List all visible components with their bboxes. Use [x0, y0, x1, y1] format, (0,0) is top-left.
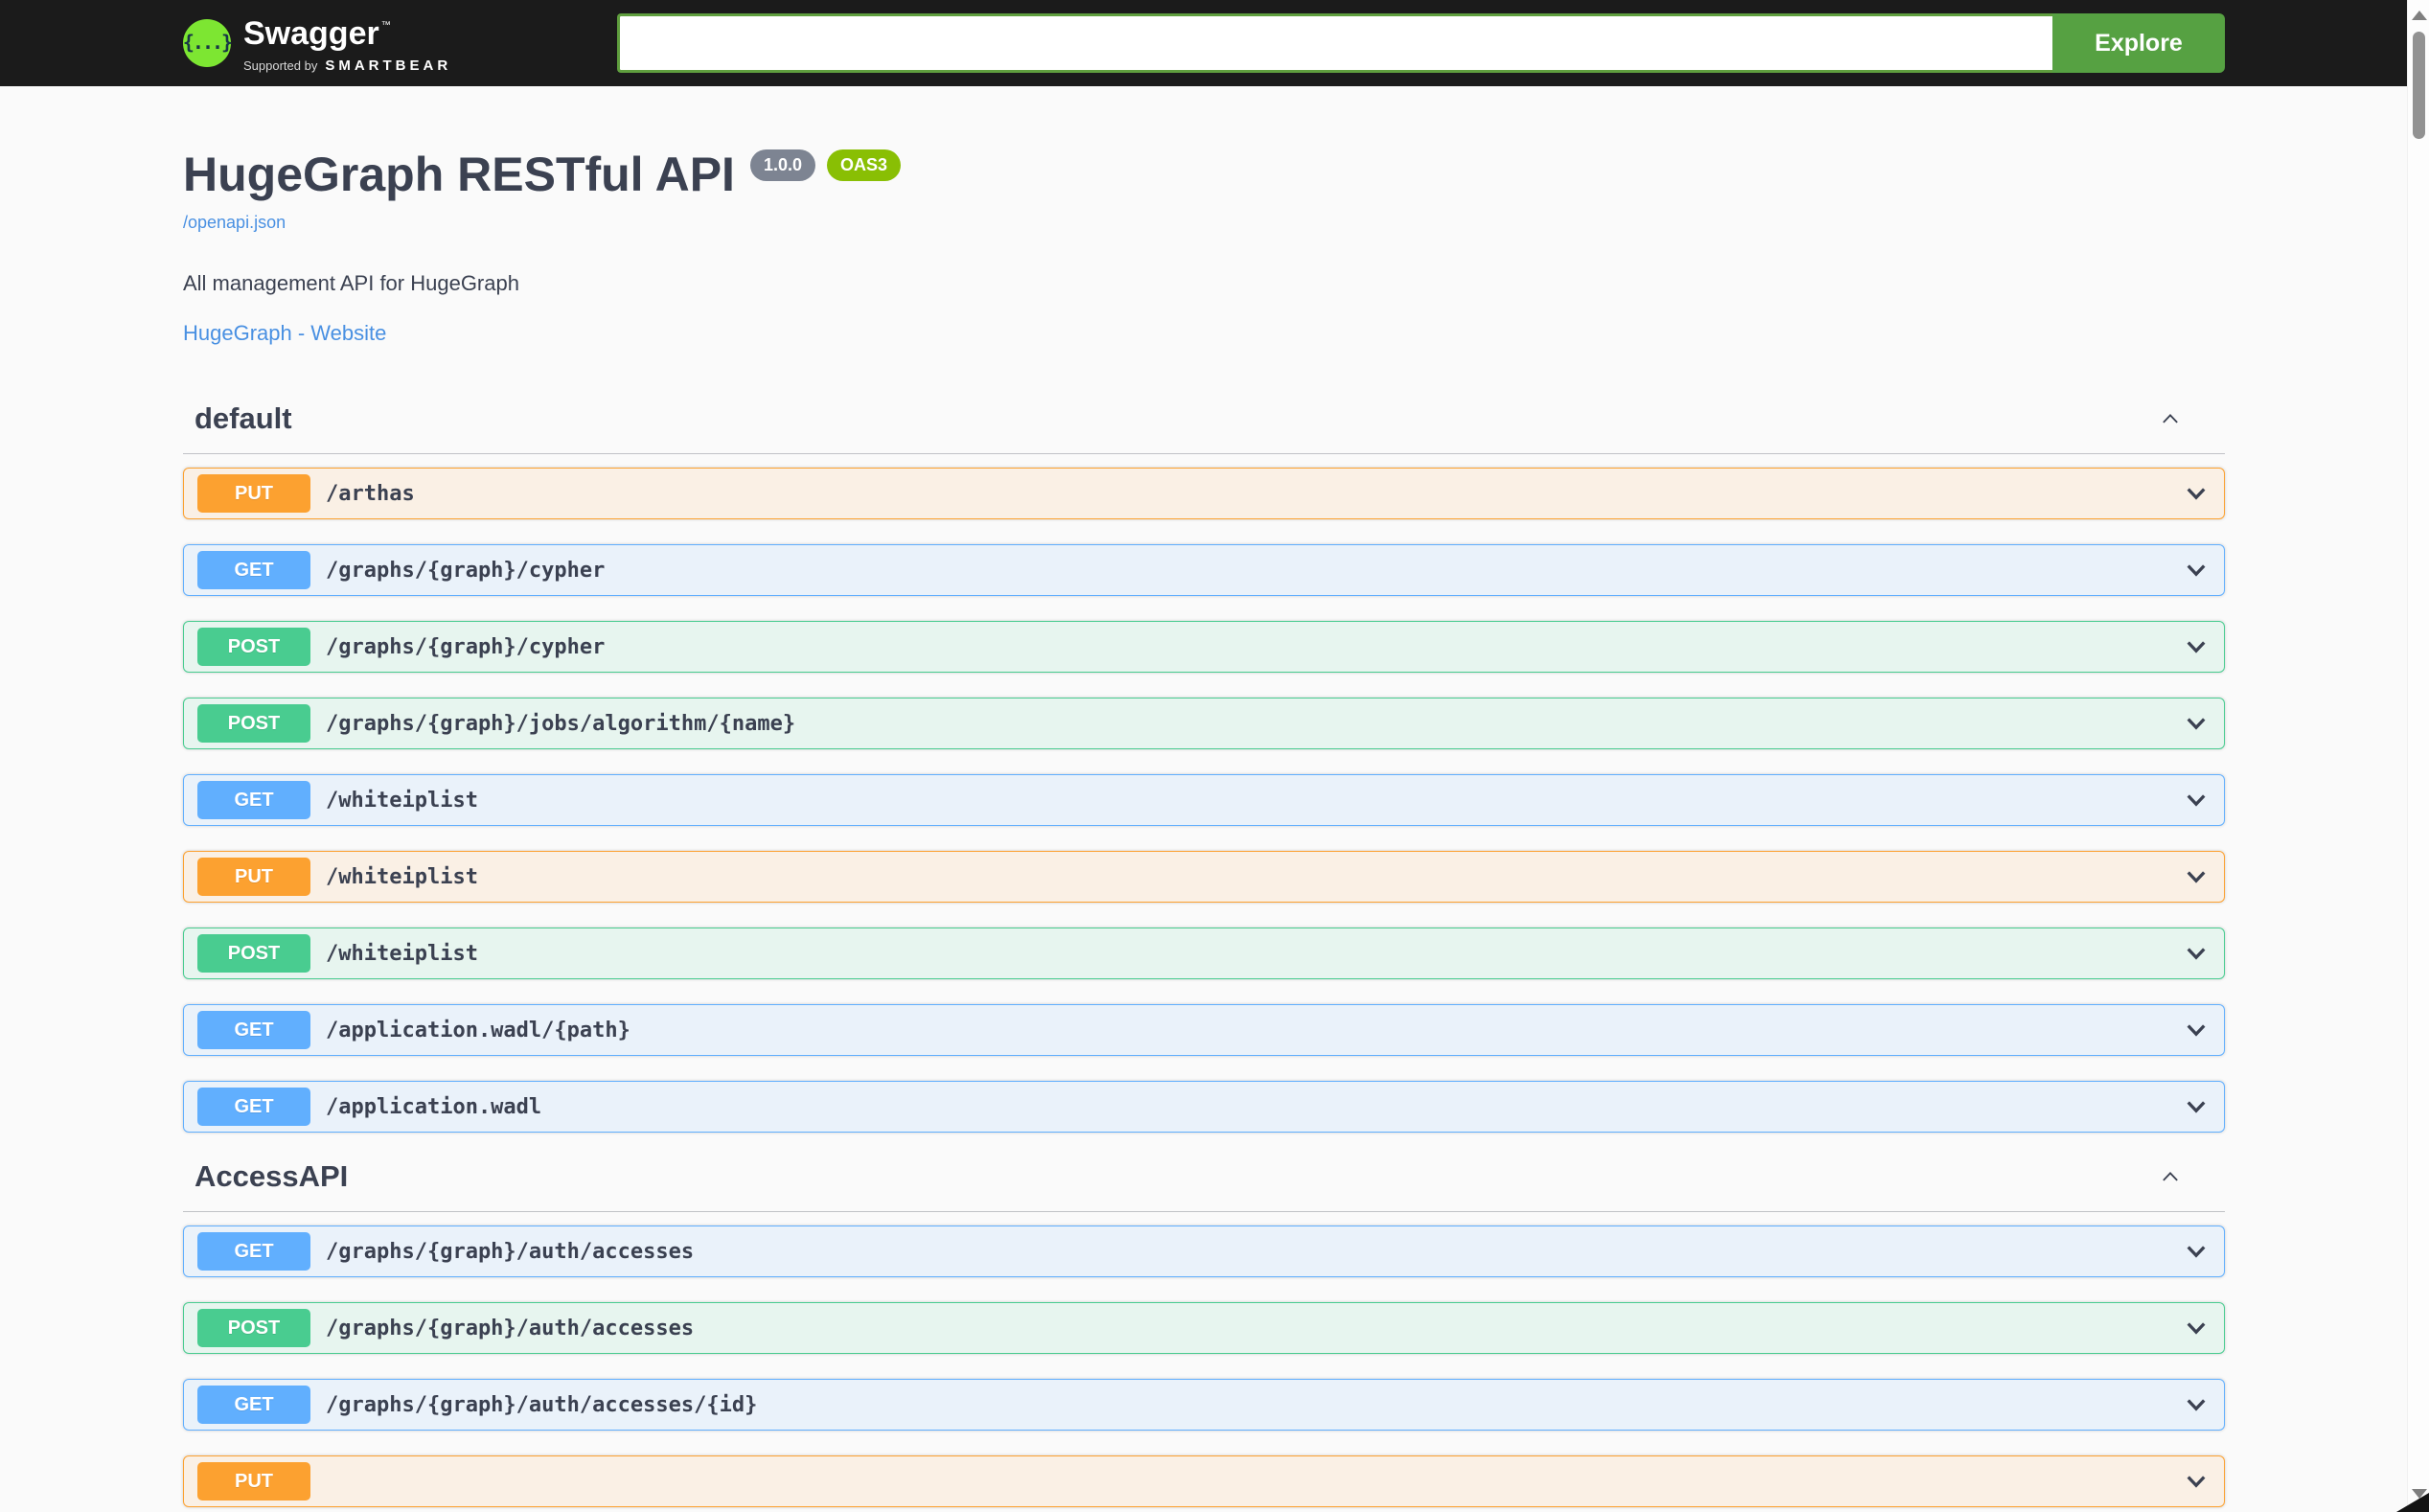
method-badge: GET: [197, 781, 310, 819]
chevron-down-icon[interactable]: [2182, 1467, 2211, 1496]
endpoint-row[interactable]: GET /application.wadl: [183, 1081, 2225, 1133]
chevron-down-icon[interactable]: [2182, 479, 2211, 508]
chevron-down-icon[interactable]: [2182, 709, 2211, 738]
spec-url-input[interactable]: [617, 13, 2052, 73]
endpoint-path: /graphs/{graph}/auth/accesses: [326, 1239, 695, 1264]
endpoint-path: /graphs/{graph}/cypher: [326, 634, 606, 659]
endpoint-row[interactable]: PUT /arthas: [183, 468, 2225, 519]
method-badge: GET: [197, 1011, 310, 1049]
api-sections: default PUT /arthas GET /graphs/{graph}/…: [183, 401, 2225, 1507]
chevron-down-icon[interactable]: [2182, 862, 2211, 891]
endpoint-row[interactable]: PUT: [183, 1455, 2225, 1507]
endpoint-path: /graphs/{graph}/cypher: [326, 558, 606, 583]
topbar: {...} Swagger ™ Supported by SMARTBEAR E…: [0, 0, 2429, 86]
explore-button[interactable]: Explore: [2052, 13, 2225, 73]
endpoint-path: /whiteiplist: [326, 941, 478, 966]
endpoint-row[interactable]: POST /whiteiplist: [183, 928, 2225, 979]
section-header[interactable]: AccessAPI: [183, 1159, 2225, 1212]
swagger-logo[interactable]: {...} Swagger ™ Supported by SMARTBEAR: [183, 12, 451, 73]
chevron-down-icon[interactable]: [2182, 1314, 2211, 1342]
endpoint-row[interactable]: GET /graphs/{graph}/auth/accesses: [183, 1226, 2225, 1277]
endpoint-path: /application.wadl/{path}: [326, 1018, 630, 1042]
website-link[interactable]: HugeGraph - Website: [183, 321, 386, 346]
method-badge: GET: [197, 1386, 310, 1424]
endpoint-row[interactable]: GET /graphs/{graph}/cypher: [183, 544, 2225, 596]
api-info: HugeGraph RESTful API 1.0.0 OAS3 /openap…: [183, 146, 2225, 346]
endpoint-row[interactable]: POST /graphs/{graph}/cypher: [183, 621, 2225, 673]
collapse-arrow-icon[interactable]: [2158, 406, 2183, 431]
section-title: AccessAPI: [195, 1159, 349, 1193]
endpoint-path: /graphs/{graph}/jobs/algorithm/{name}: [326, 711, 796, 736]
scroll-up-icon[interactable]: [2412, 11, 2427, 20]
method-badge: GET: [197, 1088, 310, 1126]
endpoint-row[interactable]: POST /graphs/{graph}/auth/accesses: [183, 1302, 2225, 1354]
endpoint-row[interactable]: PUT /whiteiplist: [183, 851, 2225, 903]
oas3-badge: OAS3: [827, 149, 902, 181]
vertical-scrollbar[interactable]: [2407, 0, 2429, 1512]
chevron-down-icon[interactable]: [2182, 786, 2211, 814]
method-badge: POST: [197, 934, 310, 973]
method-badge: POST: [197, 704, 310, 743]
method-badge: POST: [197, 1309, 310, 1347]
openapi-json-link[interactable]: /openapi.json: [183, 213, 286, 233]
method-badge: POST: [197, 628, 310, 666]
spec-url-form: Explore: [617, 13, 2225, 73]
main-content: HugeGraph RESTful API 1.0.0 OAS3 /openap…: [183, 146, 2225, 1507]
section-title: default: [195, 401, 292, 435]
chevron-down-icon[interactable]: [2182, 556, 2211, 584]
endpoint-row[interactable]: GET /graphs/{graph}/auth/accesses/{id}: [183, 1379, 2225, 1431]
section-endpoints: PUT /arthas GET /graphs/{graph}/cypher P…: [183, 468, 2225, 1133]
method-badge: PUT: [197, 1462, 310, 1501]
method-badge: GET: [197, 551, 310, 589]
collapse-arrow-icon[interactable]: [2158, 1164, 2183, 1189]
endpoint-path: /graphs/{graph}/auth/accesses: [326, 1316, 695, 1340]
method-badge: GET: [197, 1232, 310, 1271]
supported-by-label: Supported by: [243, 57, 318, 73]
chevron-down-icon[interactable]: [2182, 1390, 2211, 1419]
endpoint-path: /arthas: [326, 481, 415, 506]
scrollbar-thumb[interactable]: [2413, 32, 2425, 139]
chevron-down-icon[interactable]: [2182, 939, 2211, 968]
endpoint-path: /graphs/{graph}/auth/accesses/{id}: [326, 1392, 758, 1417]
chevron-down-icon[interactable]: [2182, 1016, 2211, 1044]
smartbear-label: SMARTBEAR: [325, 57, 452, 74]
cursor-shape: [2396, 1493, 2429, 1512]
chevron-down-icon[interactable]: [2182, 1237, 2211, 1266]
chevron-down-icon[interactable]: [2182, 632, 2211, 661]
endpoint-path: /application.wadl: [326, 1094, 542, 1119]
trademark-symbol: ™: [380, 20, 391, 32]
chevron-down-icon[interactable]: [2182, 1092, 2211, 1121]
section-endpoints: GET /graphs/{graph}/auth/accesses POST /…: [183, 1226, 2225, 1507]
version-badge: 1.0.0: [749, 149, 815, 181]
swagger-logo-icon: {...}: [183, 19, 233, 68]
endpoint-row[interactable]: POST /graphs/{graph}/jobs/algorithm/{nam…: [183, 698, 2225, 749]
endpoint-row[interactable]: GET /application.wadl/{path}: [183, 1004, 2225, 1056]
api-description: All management API for HugeGraph: [183, 271, 519, 295]
endpoint-path: /whiteiplist: [326, 788, 478, 813]
api-tag-section: AccessAPI GET /graphs/{graph}/auth/acces…: [183, 1159, 2225, 1507]
method-badge: PUT: [197, 858, 310, 896]
section-header[interactable]: default: [183, 401, 2225, 454]
endpoint-row[interactable]: GET /whiteiplist: [183, 774, 2225, 826]
page-title: HugeGraph RESTful API: [183, 148, 735, 201]
method-badge: PUT: [197, 474, 310, 513]
brand-name: Swagger: [243, 15, 379, 53]
api-tag-section: default PUT /arthas GET /graphs/{graph}/…: [183, 401, 2225, 1133]
endpoint-path: /whiteiplist: [326, 864, 478, 889]
